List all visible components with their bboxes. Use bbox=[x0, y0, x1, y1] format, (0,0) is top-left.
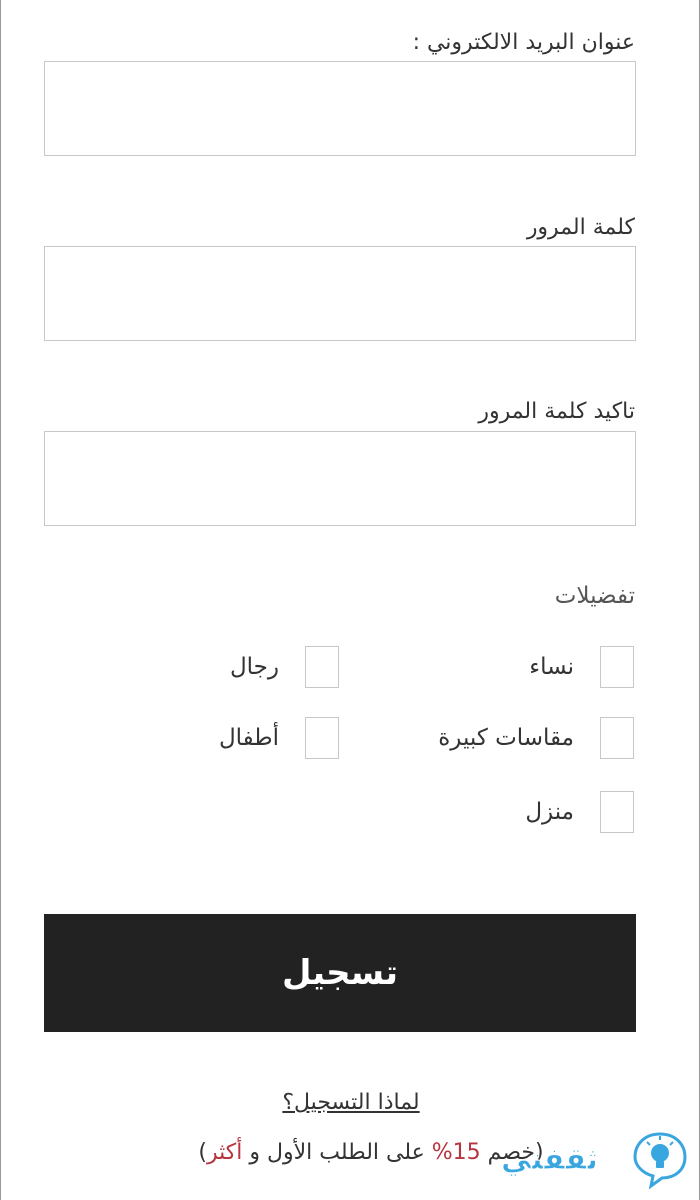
pref-women-checkbox[interactable] bbox=[600, 646, 634, 688]
pref-women-label: نساء bbox=[529, 654, 574, 680]
confirm-password-field[interactable] bbox=[45, 432, 635, 525]
pref-men[interactable]: رجال bbox=[230, 646, 339, 688]
pref-home-checkbox[interactable] bbox=[600, 791, 634, 833]
confirm-password-label: تاكيد كلمة المرور bbox=[478, 399, 635, 424]
pref-men-checkbox[interactable] bbox=[305, 646, 339, 688]
promo-close-paren: ) bbox=[198, 1140, 208, 1165]
preferences-title: تفضيلات bbox=[554, 583, 635, 609]
pref-plus-sizes-checkbox[interactable] bbox=[600, 717, 634, 759]
pref-home[interactable]: منزل bbox=[525, 791, 634, 833]
promo-more: أكثر bbox=[207, 1140, 243, 1165]
pref-plus-sizes-label: مقاسات كبيرة bbox=[438, 725, 574, 751]
pref-home-label: منزل bbox=[525, 799, 574, 825]
email-field[interactable] bbox=[45, 62, 635, 155]
pref-kids-checkbox[interactable] bbox=[305, 717, 339, 759]
confirm-password-field-wrapper bbox=[44, 431, 636, 526]
promo-part2: على الطلب الأول و bbox=[249, 1140, 425, 1165]
email-field-wrapper bbox=[44, 61, 636, 156]
pref-kids-label: أطفال bbox=[218, 725, 279, 751]
why-register-link[interactable]: لماذا التسجيل؟ bbox=[1, 1090, 700, 1115]
page-frame: عنوان البريد الالكتروني : كلمة المرور تا… bbox=[0, 0, 700, 1200]
password-field-wrapper bbox=[44, 246, 636, 341]
lightbulb-bubble-icon bbox=[633, 1132, 687, 1190]
register-button[interactable]: تسجيل bbox=[44, 914, 636, 1032]
watermark: ثقفني bbox=[500, 1128, 691, 1190]
pref-men-label: رجال bbox=[229, 654, 279, 680]
promo-percent: 15% bbox=[431, 1140, 481, 1165]
pref-plus-sizes[interactable]: مقاسات كبيرة bbox=[438, 717, 634, 759]
password-label: كلمة المرور bbox=[526, 215, 635, 240]
watermark-text: ثقفني bbox=[500, 1141, 599, 1177]
pref-women[interactable]: نساء bbox=[529, 646, 634, 688]
password-field[interactable] bbox=[45, 247, 635, 340]
email-label: عنوان البريد الالكتروني : bbox=[412, 30, 635, 55]
pref-kids[interactable]: أطفال bbox=[219, 717, 339, 759]
